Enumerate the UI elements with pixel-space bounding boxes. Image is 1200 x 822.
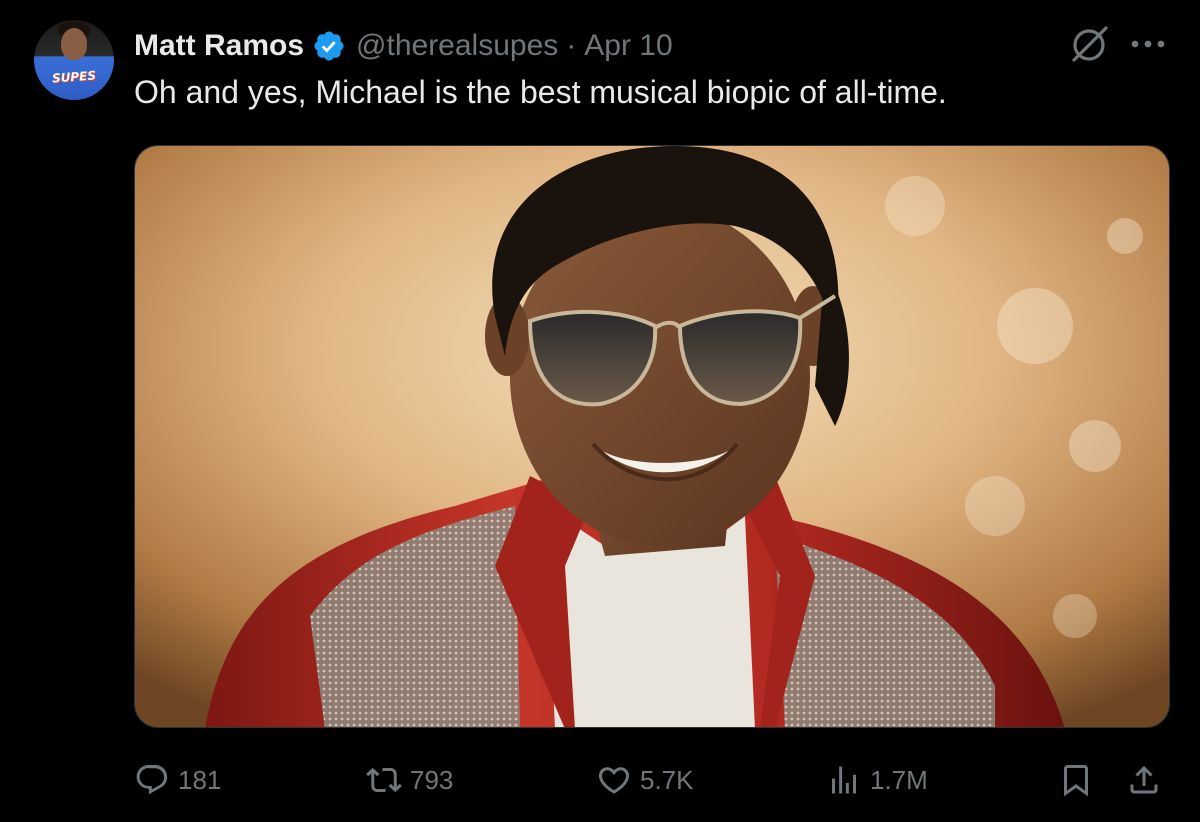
heart-icon bbox=[598, 767, 630, 794]
grok-icon[interactable] bbox=[1066, 22, 1112, 68]
header-separator: · bbox=[566, 29, 577, 62]
share-icon bbox=[1130, 765, 1158, 794]
bookmark-icon bbox=[1064, 765, 1088, 797]
tweet-header: Matt Ramos @therealsupes · Apr 10 bbox=[134, 26, 673, 66]
avatar-shirt-text: SUPES bbox=[51, 68, 97, 86]
author-handle[interactable]: @therealsupes bbox=[356, 29, 558, 63]
repost-icon bbox=[366, 767, 402, 793]
like-button[interactable]: 5.7K bbox=[596, 758, 694, 802]
more-icon[interactable] bbox=[1128, 36, 1168, 52]
like-count: 5.7K bbox=[640, 764, 694, 795]
tweet-image[interactable] bbox=[134, 145, 1170, 728]
share-button[interactable] bbox=[1126, 758, 1162, 802]
tweet-date[interactable]: Apr 10 bbox=[584, 29, 672, 63]
reply-button[interactable]: 181 bbox=[134, 758, 221, 802]
photo-michael-portrait bbox=[135, 146, 1169, 727]
verified-badge-icon[interactable] bbox=[312, 29, 346, 63]
tweet-actions: 181 793 5.7K 1.7M bbox=[134, 758, 1170, 802]
views-chart-icon bbox=[832, 766, 856, 794]
views-button[interactable]: 1.7M bbox=[826, 758, 928, 802]
reply-icon bbox=[136, 765, 168, 795]
bookmark-button[interactable] bbox=[1058, 758, 1094, 802]
repost-button[interactable]: 793 bbox=[366, 758, 453, 802]
avatar-face bbox=[61, 28, 87, 60]
author-name[interactable]: Matt Ramos bbox=[134, 29, 304, 63]
view-count: 1.7M bbox=[870, 764, 928, 795]
reply-count: 181 bbox=[178, 764, 222, 795]
repost-count: 793 bbox=[410, 764, 454, 795]
tweet-text: Oh and yes, Michael is the best musical … bbox=[134, 74, 947, 110]
author-avatar[interactable]: SUPES bbox=[34, 20, 114, 100]
